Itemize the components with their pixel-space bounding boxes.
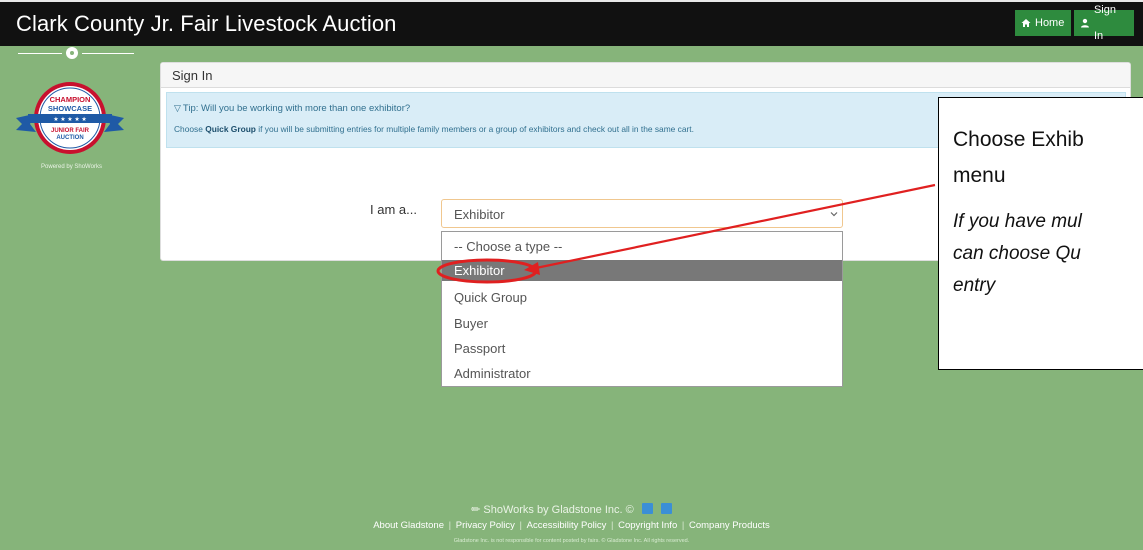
logo-line-3: JUNIOR FAIR: [51, 128, 90, 134]
footer-links: About Gladstone | Privacy Policy | Acces…: [373, 520, 770, 531]
footer-link-about[interactable]: About Gladstone: [373, 520, 444, 531]
option-choose-type[interactable]: -- Choose a type --: [442, 236, 842, 257]
showorks-logo-icon: ✏: [471, 504, 481, 516]
option-exhibitor[interactable]: Exhibitor: [442, 260, 842, 281]
option-quick-group[interactable]: Quick Group: [442, 287, 842, 308]
user-icon: [1080, 18, 1089, 28]
callout-note-text: If you have mul can choose Qu entry: [953, 211, 1082, 296]
footer-link-accessibility[interactable]: Accessibility Policy: [527, 520, 607, 531]
champion-showcase-logo: CHAMPION SHOWCASE ★ ★ ★ ★ ★ JUNIOR FAIR …: [16, 82, 124, 154]
logo-line-1: CHAMPION: [50, 95, 91, 104]
footer-brand: ✏ ShoWorks by Gladstone Inc. ©: [0, 503, 1143, 516]
role-label: I am a...: [370, 202, 417, 217]
footer-link-privacy[interactable]: Privacy Policy: [456, 520, 515, 531]
footer-link-products[interactable]: Company Products: [689, 520, 770, 531]
callout-main-text: Choose Exhib menu: [953, 128, 1084, 187]
facebook-icon[interactable]: [660, 503, 672, 514]
panel-title: Sign In: [172, 68, 213, 83]
app-title[interactable]: Clark County Jr. Fair Livestock Auction: [16, 11, 397, 37]
signin-button[interactable]: Sign In: [1074, 4, 1134, 42]
instruction-callout: Choose Exhib menu If you have mul can choo…: [938, 97, 1143, 370]
option-passport[interactable]: Passport: [442, 338, 842, 359]
sidebar-divider-right: [82, 53, 134, 54]
role-select-value: Exhibitor: [454, 207, 505, 222]
tip-title: ▽ Tip: Will you be working with more than…: [174, 103, 411, 114]
home-icon: [1021, 19, 1031, 27]
chevron-down-icon: [830, 212, 838, 217]
top-navbar: Clark County Jr. Fair Livestock Auction …: [0, 0, 1143, 46]
quick-group-link[interactable]: Quick Group: [205, 124, 256, 134]
signin-label: Sign In: [1093, 4, 1116, 42]
role-select[interactable]: Exhibitor: [441, 199, 843, 228]
option-buyer[interactable]: Buyer: [442, 313, 842, 334]
footer-legal: Gladstone Inc. is not responsible for co…: [453, 538, 690, 544]
logo-line-4: AUCTION: [56, 135, 83, 141]
home-label: Home: [1035, 17, 1065, 29]
twitter-icon[interactable]: [641, 503, 653, 514]
option-administrator[interactable]: Administrator: [442, 363, 842, 384]
sidebar-toggle[interactable]: [66, 47, 78, 59]
role-dropdown-list: -- Choose a type -- Exhibitor Quick Grou…: [441, 231, 843, 387]
logo-line-2: SHOWCASE: [48, 104, 92, 113]
sidebar-divider-left: [18, 53, 62, 54]
panel-header: Sign In: [161, 63, 1130, 88]
svg-text:★ ★ ★ ★ ★: ★ ★ ★ ★ ★: [53, 116, 87, 123]
tip-text: Choose Quick Group if you will be submit…: [174, 124, 694, 134]
lightbulb-icon: ▽: [174, 103, 181, 113]
home-button[interactable]: Home: [1015, 10, 1071, 36]
footer-link-copyright[interactable]: Copyright Info: [618, 520, 677, 531]
powered-by-text[interactable]: Powered by ShoWorks: [0, 164, 143, 170]
